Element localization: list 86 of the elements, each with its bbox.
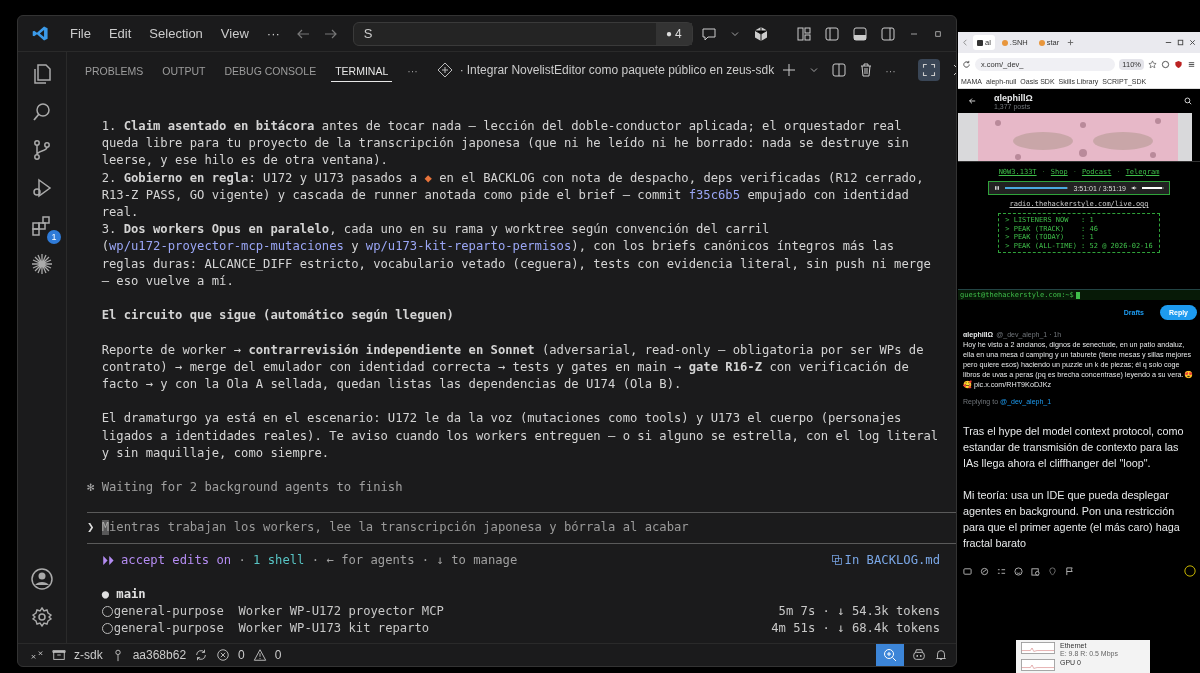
separator-dot: ·	[459, 63, 464, 77]
app-logo-icon	[32, 25, 49, 42]
compose-field[interactable]: Tras el hype del model context protocol, como estandar de transmisión de contexto para las IAs llega ahora el cliffhanger del "loop". Mi teoría: usa un IDE que pueda desplegar agentes en background. Pon una restricción para que el primer agente (el más caro) haga fractal barato	[958, 405, 1200, 551]
agent-stats: 4m 51s · ↓ 68.4k tokens	[771, 620, 940, 638]
open-file-label: In BACKLOG.md	[844, 551, 940, 569]
image-icon[interactable]	[963, 566, 972, 576]
panel-tab[interactable]: PROBLEMS	[81, 58, 148, 82]
agent-task: Worker WP-U173 kit reparto	[238, 620, 430, 638]
pause-icon[interactable]	[994, 185, 1000, 191]
panel-tab[interactable]: TERMINAL	[331, 58, 393, 82]
flag-icon[interactable]	[1065, 566, 1074, 576]
remote-icon[interactable]	[30, 648, 44, 662]
diamond-grid-icon	[436, 62, 453, 78]
character-counter-icon	[1184, 565, 1196, 577]
link[interactable]: wp/u173-kit-reparto-permisos	[365, 239, 572, 254]
terminal-paragraph: 1. Claim asentado en bitácora antes de tocar nada — lección del doble-conductor aplicada; el orquestador real queda libre para tu proyecto de la transcripción japonesa (que ni he leído ni he borrado: nada se destruye sin leerse, y ese hilo es de otra ventana).	[101, 118, 910, 170]
panel-tab[interactable]: OUTPUT	[158, 58, 210, 82]
menu-item[interactable]: Edit	[101, 24, 139, 43]
archive-icon[interactable]	[52, 648, 66, 662]
secondary-sidebar-icon[interactable]	[880, 25, 896, 42]
account-icon[interactable]	[30, 567, 54, 591]
maximize-icon[interactable]	[1176, 38, 1185, 47]
panel-tab[interactable]: DEBUG CONSOLE	[220, 58, 321, 82]
panel-toggle-icon[interactable]	[852, 25, 868, 42]
branch-label: ● main	[101, 585, 147, 603]
layout-icon[interactable]	[796, 25, 812, 42]
terminal-paragraph: 2. Gobierno en regla: U172 y U173 pasados a ◆ en el BACKLOG con nota de despacho, deps verificadas (R12 cerrado, R13-Z PASS, GO vigente) y cascada de runner anotada como pide el brief — commit f35c6b5 empujado con identidad real.	[101, 169, 925, 221]
plus-icon[interactable]	[781, 62, 798, 78]
spinner-icon: ✻	[87, 479, 102, 497]
agent-type: general-purpose	[113, 620, 224, 638]
agent-task: Worker WP-U172 proyector MCP	[238, 603, 444, 620]
schedule-icon[interactable]	[1031, 566, 1040, 576]
mode-line: ⏵⏵ accept edits on · 1 shell · ← for agents · ↓ to manage	[101, 551, 518, 569]
poll-icon[interactable]	[997, 566, 1006, 576]
menu-item[interactable]: File	[63, 24, 98, 43]
search-field[interactable]: S ● 4	[352, 21, 693, 46]
emoji-icon[interactable]	[1014, 566, 1023, 576]
more-menu[interactable]: ···	[403, 58, 422, 82]
sidebar-toggle-icon[interactable]	[824, 25, 840, 42]
menu-item[interactable]: View	[213, 24, 256, 43]
zoom-icon[interactable]	[876, 644, 904, 666]
notification-badge: 1	[47, 230, 61, 244]
more-menu[interactable]: ···	[881, 58, 900, 82]
section-heading: El circuito que sigue (automático según lleguen)	[101, 307, 455, 325]
menu-icon[interactable]	[1187, 59, 1196, 69]
close-icon[interactable]	[1188, 38, 1197, 47]
star-icon[interactable]	[1148, 59, 1157, 69]
location-icon[interactable]	[1048, 566, 1057, 576]
prompt-symbol: ❯	[87, 519, 96, 537]
cube-icon[interactable]	[752, 25, 769, 42]
status-message: Waiting for 2 background agents to finish	[101, 479, 403, 497]
commit-status[interactable]: aa368b62	[132, 648, 187, 662]
warning-count[interactable]: 0	[274, 648, 282, 662]
warning-icon[interactable]	[252, 648, 267, 662]
plus-icon[interactable]	[1066, 38, 1076, 47]
error-count[interactable]: 0	[238, 648, 245, 662]
profile-name: αlephillΩ	[994, 92, 1033, 103]
agent-type: general-purpose	[113, 603, 224, 620]
prompt-input[interactable]: Mientras trabajan los workers, lee la transcripción japonesa y bórrala al acabar	[101, 519, 689, 537]
settings-icon[interactable]	[30, 605, 54, 629]
menu-item[interactable]: Selection	[142, 24, 210, 43]
run-debug-icon[interactable]	[30, 176, 54, 200]
terminal-paragraph: El dramaturgo ya está en el escenario: U172 le da la voz (mutaciones como tools) y U173 el cuerpo (personajes ligados a identidades reales). Te aviso cuando los workers entreguen — o si alguno se estrella, con el log literal y sin maquillaje, como siempre.	[101, 410, 939, 462]
asterisk-icon[interactable]	[30, 252, 54, 276]
split-icon[interactable]	[831, 62, 848, 78]
terminal-paragraph: 3. Dos workers Opus en paralelo, cada uno en su rama y worktree según convención del carril (wp/u172-proyector-mcp-mutaciones y wp/u173-kit-reparto-permisos), con los briefs canónicos íntegros más las reglas duras: ALCANCE_DIFF estricto, vocabulario vetado (ceguera), tests con evidencia literal, sin push ni merge — eso vuelve a mí.	[101, 221, 932, 290]
terminal-paragraph: Reporte de worker → contrarrevisión independiente en Sonnet (adversarial, read-only — obligatoria por ser WPs de contrato) → merge del emulador con identidad correcta → tests y gates en main → gate R16-Z con verificación de facto → y con la Ola A sellada, quedan listas las dependencias de U174 (Ola B).	[101, 341, 925, 393]
copilot-icon[interactable]	[912, 648, 926, 662]
link[interactable]: wp/u172-proyector-mcp-mutaciones	[109, 239, 344, 254]
search-icon[interactable]	[1184, 97, 1192, 105]
link[interactable]: f35c6b5	[688, 187, 741, 202]
file-copy-icon	[830, 554, 843, 567]
more-menu[interactable]: ···	[259, 24, 287, 43]
sync-icon[interactable]	[194, 648, 209, 662]
volume-icon[interactable]	[1131, 185, 1137, 191]
shield-icon[interactable]	[1174, 59, 1183, 69]
error-icon[interactable]	[216, 648, 231, 662]
session-count[interactable]: ● 4	[656, 22, 692, 45]
terminal-title[interactable]: Integrar NovelistEditor como paquete público en zeus-sdk	[466, 63, 775, 77]
bell-icon[interactable]	[934, 648, 948, 662]
chat-icon[interactable]	[700, 25, 717, 42]
back-arrow-icon[interactable]	[968, 97, 976, 105]
repo-status[interactable]: z-sdk	[74, 648, 103, 662]
maximize-panel-icon[interactable]	[917, 59, 940, 81]
agent-stats: 5m 7s · ↓ 54.3k tokens	[778, 603, 940, 620]
reload-icon[interactable]	[962, 59, 971, 69]
